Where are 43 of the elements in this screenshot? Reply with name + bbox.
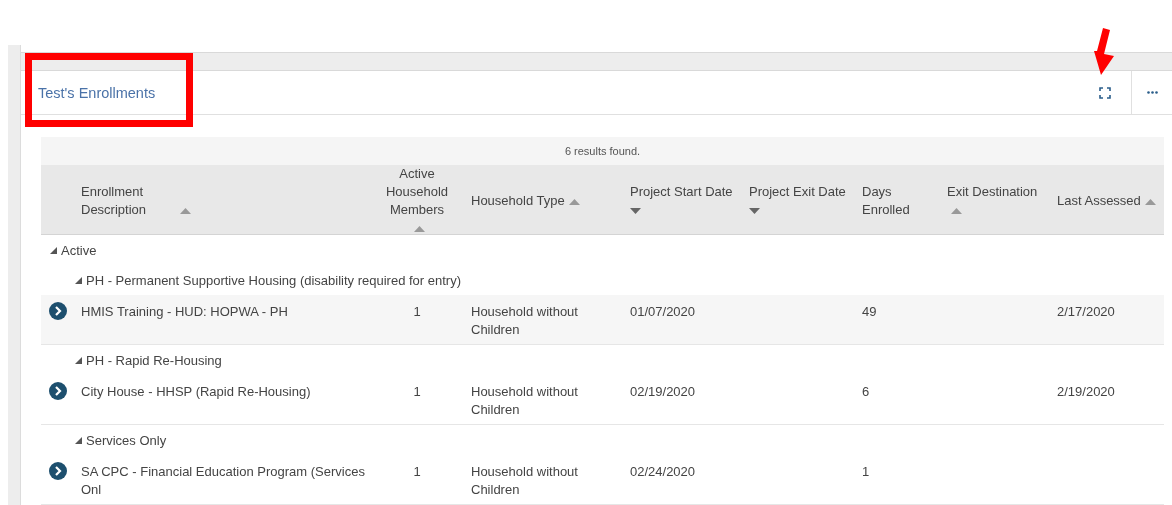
table-cell-text: 1 [412,303,422,321]
table-cell-text: 6 [861,383,871,401]
expanded-triangle-icon[interactable] [75,356,82,364]
table-cell-text: 02/19/2020 [629,383,697,401]
more-icon [1146,91,1158,94]
chevron-right-icon[interactable] [49,462,67,480]
table-cell-text: 1 [412,383,422,401]
chevron-right-icon[interactable] [49,302,67,320]
table-cell-text: SA CPC - Financial Education Program (Services Onl [80,463,366,499]
table-cell-text: Household without Children [470,383,579,419]
table-cell-text: 49 [861,303,878,321]
table-cell-text: 2/17/2020 [1056,303,1116,321]
expanded-triangle-icon[interactable] [75,276,82,284]
table-cell-text: Household without Children [470,303,579,339]
table-row[interactable]: HMIS Training - HUD: HOPWA - PH 1 Household without Children 01/07/2020 49 2/17/2020 [41,295,1164,345]
sort-descending-icon[interactable] [749,207,760,214]
column-header[interactable]: Exit Destination [947,183,1038,201]
table-cell-text: HMIS Training - HUD: HOPWA - PH [80,303,289,321]
column-header[interactable]: Last Assessed [1057,192,1141,210]
expanded-triangle-icon[interactable] [50,246,57,254]
table-cell-text: 02/24/2020 [629,463,697,481]
sort-descending-icon[interactable] [630,207,641,214]
subgroup-label[interactable]: Services Only [86,432,167,448]
column-header[interactable]: Active Household Members [377,165,457,219]
chevron-right-icon[interactable] [49,382,67,400]
column-header[interactable]: Project Start Date [630,183,733,201]
table-cell-text: 01/07/2020 [629,303,697,321]
subgroup-label[interactable]: PH - Permanent Supportive Housing (disability required for entry) [86,272,461,288]
table-cell-text: 2/19/2020 [1056,383,1116,401]
results-count: 6 results found. [41,137,1164,165]
table-cell-text: 1 [861,463,871,481]
group-label[interactable]: Active [61,242,97,258]
column-header[interactable]: Enrollment Description [81,183,176,219]
column-header[interactable]: Days Enrolled [862,183,922,219]
table-cell-text: Household without Children [470,463,579,499]
panel-title: Test's Enrollments [38,84,157,101]
subgroup-label[interactable]: PH - Rapid Re-Housing [86,352,222,368]
fullscreen-icon [1099,86,1111,99]
column-header[interactable]: Project Exit Date [749,183,846,201]
table-cell-text: 1 [412,463,422,481]
expanded-triangle-icon[interactable] [75,436,82,444]
column-header[interactable]: Household Type [471,192,565,210]
table-cell-text: City House - HHSP (Rapid Re-Housing) [80,383,312,401]
